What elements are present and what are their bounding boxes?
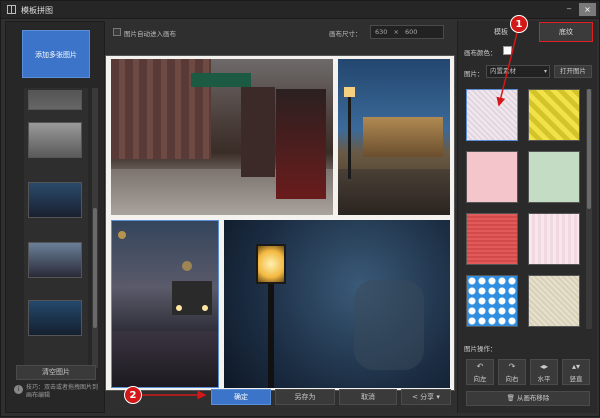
texture-swatch[interactable] <box>528 151 580 203</box>
action-bar: 确定 另存为 取消 < 分享 ▾ <box>105 387 455 411</box>
auto-enter-checkbox[interactable] <box>113 28 121 36</box>
rotate-left-icon: ↶ <box>476 362 484 371</box>
texture-swatch[interactable] <box>466 213 518 265</box>
image-list-panel: 添加多张图片 清空图片 i 技巧：双击或者拖拽图片到画布编辑 <box>5 21 105 413</box>
picture-source-select[interactable]: 内置素材 ▾ <box>486 65 550 78</box>
size-separator: × <box>393 28 399 36</box>
thumbnail[interactable] <box>28 182 82 218</box>
close-button[interactable]: × <box>579 3 596 16</box>
texture-scrollbar[interactable] <box>586 89 592 329</box>
callout-highlight-box <box>539 22 593 42</box>
texture-swatch[interactable] <box>466 151 518 203</box>
scrollbar-thumb[interactable] <box>93 208 97 328</box>
remove-from-canvas-button[interactable]: 🗑 从画布移除 <box>466 391 590 406</box>
photo-street-shops[interactable] <box>111 59 333 215</box>
thumbnail-list <box>24 88 88 368</box>
rotate-right-icon: ↷ <box>508 362 516 371</box>
canvas-color-swatch[interactable] <box>503 46 512 55</box>
photo-castle-night[interactable] <box>338 59 450 215</box>
scrollbar-thumb[interactable] <box>587 89 591 209</box>
tip-text: i 技巧：双击或者拖拽图片到画布编辑 <box>14 384 102 410</box>
canvas-height[interactable]: 600 <box>405 28 417 36</box>
chevron-down-icon: ▾ <box>436 393 440 401</box>
texture-swatch[interactable] <box>528 89 580 141</box>
trash-icon: 🗑 <box>506 394 517 402</box>
tip-label: 技巧：双击或者拖拽图片到画布编辑 <box>26 384 99 399</box>
app-icon <box>7 5 16 14</box>
texture-swatch[interactable] <box>528 275 580 327</box>
auto-enter-label: 图片自动进入画布 <box>124 30 176 38</box>
info-icon: i <box>14 385 23 394</box>
chevron-down-icon: ▾ <box>543 68 547 75</box>
rotate-left-button[interactable]: ↶ 向左 <box>466 359 494 385</box>
rotate-right-button[interactable]: ↷ 向右 <box>498 359 526 385</box>
thumbnail[interactable] <box>28 90 82 110</box>
picture-source-label: 图片： <box>464 70 484 78</box>
canvas-size-label: 画布尺寸： <box>329 30 362 38</box>
share-button[interactable]: < 分享 ▾ <box>401 389 451 405</box>
title-bar: 模板拼图 ‒ × <box>1 1 599 19</box>
share-icon: < <box>412 393 418 401</box>
thumbnail[interactable] <box>28 122 82 158</box>
app-window: 模板拼图 ‒ × 添加多张图片 清空图片 i 技巧：双击或者拖拽图片到画布编辑 … <box>0 0 600 417</box>
save-as-button[interactable]: 另存为 <box>275 389 335 405</box>
canvas-size-field[interactable]: 630 × 600 <box>370 25 444 39</box>
flip-horizontal-icon: ◂▸ <box>539 362 549 371</box>
photo-street-bokeh[interactable] <box>111 220 219 388</box>
texture-swatch[interactable] <box>466 89 518 141</box>
flip-horizontal-button[interactable]: ◂▸ 水平 <box>530 359 558 385</box>
image-ops-label: 图片操作： <box>464 345 497 353</box>
thumbnail[interactable] <box>28 300 82 336</box>
cancel-button[interactable]: 取消 <box>339 389 397 405</box>
thumbnail-scrollbar[interactable] <box>92 88 98 368</box>
canvas-width[interactable]: 630 <box>375 28 387 36</box>
share-label: 分享 <box>420 393 435 401</box>
texture-swatch[interactable] <box>528 213 580 265</box>
canvas-area: 图片自动进入画布 画布尺寸： 630 × 600 确定 另存为 取消 < 分享 … <box>105 21 455 413</box>
canvas-toolbar: 图片自动进入画布 画布尺寸： 630 × 600 <box>105 21 455 45</box>
open-picture-button[interactable]: 打开图片 <box>554 65 592 78</box>
picture-source-value: 内置素材 <box>490 67 516 75</box>
flip-vertical-icon: ▴▾ <box>571 362 581 371</box>
minimize-button[interactable]: ‒ <box>561 3 577 16</box>
ok-button[interactable]: 确定 <box>211 389 271 405</box>
window-title: 模板拼图 <box>21 6 53 15</box>
step-badge-1: 1 <box>510 15 528 33</box>
settings-panel: 模板 底纹 画布颜色： 图片： 内置素材 ▾ 打开图片 图片操作： ↶ 向左 ↷ 向… <box>457 21 597 413</box>
collage-canvas[interactable] <box>105 55 455 391</box>
texture-swatch[interactable] <box>466 275 518 327</box>
canvas-color-label: 画布颜色： <box>464 49 497 57</box>
add-images-button[interactable]: 添加多张图片 <box>22 30 90 78</box>
clear-images-button[interactable]: 清空图片 <box>16 365 96 380</box>
step-badge-2: 2 <box>124 386 142 404</box>
thumbnail[interactable] <box>28 242 82 278</box>
photo-lamp-rain[interactable] <box>224 220 450 388</box>
flip-vertical-button[interactable]: ▴▾ 竖直 <box>562 359 590 385</box>
